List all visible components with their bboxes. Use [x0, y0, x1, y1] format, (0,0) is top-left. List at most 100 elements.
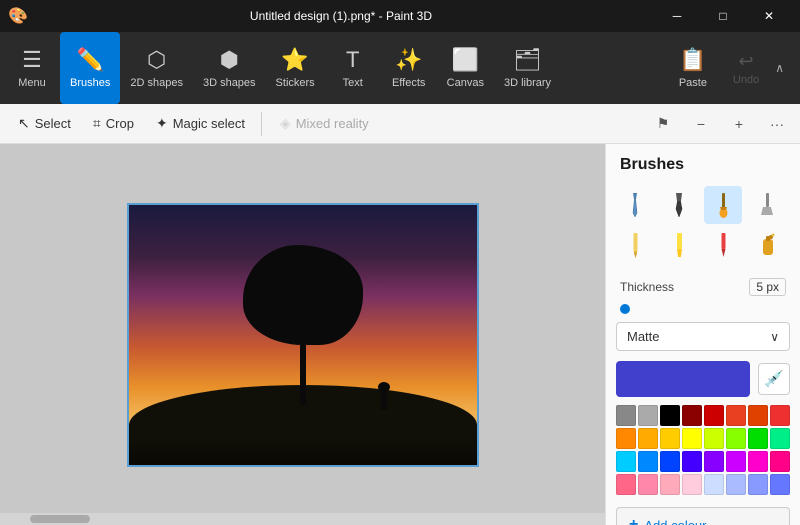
text-button[interactable]: T Text	[325, 32, 381, 104]
eyedropper-button[interactable]: 💉	[758, 363, 790, 395]
effects-button[interactable]: ✨ Effects	[381, 32, 437, 104]
brush-highlighter[interactable]	[660, 226, 698, 264]
color-preview[interactable]	[616, 361, 750, 397]
matte-label: Matte	[627, 329, 660, 344]
scroll-thumb[interactable]	[30, 515, 90, 523]
swatch-spring[interactable]	[770, 428, 790, 449]
minimize-button[interactable]: ─	[654, 0, 700, 32]
text-icon: T	[346, 47, 359, 73]
horizontal-scrollbar[interactable]	[0, 513, 605, 525]
swatch-gray2[interactable]	[638, 405, 658, 426]
add-colour-label: Add colour	[644, 518, 706, 525]
swatch-lavender1[interactable]	[704, 474, 724, 495]
zoom-out-button[interactable]: −	[686, 109, 716, 139]
select-button[interactable]: ↖ Select	[8, 109, 81, 139]
panel-title: Brushes	[606, 144, 800, 182]
matte-dropdown[interactable]: Matte ∨	[616, 322, 790, 351]
brush-paintbrush[interactable]	[704, 186, 742, 224]
subtoolbar-right: ⚑ − + ···	[648, 109, 792, 139]
swatch-chartreuse[interactable]	[726, 428, 746, 449]
swatch-black[interactable]	[660, 405, 680, 426]
zoom-in-button[interactable]: +	[724, 109, 754, 139]
swatch-pink2[interactable]	[638, 474, 658, 495]
shapes3d-button[interactable]: ⬢ 3D shapes	[193, 32, 266, 104]
toolbar-chevron[interactable]: ∧	[771, 57, 788, 79]
swatch-pink1[interactable]	[616, 474, 636, 495]
swatch-magenta[interactable]	[748, 451, 768, 472]
thickness-slider-row[interactable]	[606, 302, 800, 322]
cursor-icon: ↖	[18, 115, 30, 132]
swatch-darkred[interactable]	[682, 405, 702, 426]
shapes2d-button[interactable]: ⬡ 2D shapes	[120, 32, 193, 104]
undo-area: 📋 Paste ↩ Undo ∧	[665, 32, 796, 104]
swatch-skyblue[interactable]	[616, 451, 636, 472]
library3d-button[interactable]: 🗂 3D library	[494, 32, 561, 104]
canvas-area[interactable]	[0, 144, 605, 525]
dropdown-chevron-icon: ∨	[770, 330, 779, 344]
swatch-amber[interactable]	[638, 428, 658, 449]
more-button[interactable]: ···	[762, 109, 792, 139]
undo-icon: ↩	[739, 51, 754, 72]
brush-pencil[interactable]	[616, 226, 654, 264]
swatch-royalblue[interactable]	[660, 451, 680, 472]
brush-grid	[606, 182, 800, 272]
paste-button[interactable]: 📋 Paste	[665, 41, 721, 95]
plus-icon: +	[735, 116, 743, 132]
color-swatches	[606, 405, 800, 503]
brushes-icon: ✏️	[76, 47, 103, 73]
maximize-button[interactable]: □	[700, 0, 746, 32]
swatch-gold[interactable]	[660, 428, 680, 449]
swatch-yellow[interactable]	[682, 428, 702, 449]
swatch-violet[interactable]	[704, 451, 724, 472]
swatch-indigo[interactable]	[682, 451, 702, 472]
brushes-button[interactable]: ✏️ Brushes	[60, 32, 120, 104]
swatch-purple[interactable]	[726, 451, 746, 472]
swatch-periwinkle1[interactable]	[748, 474, 768, 495]
brush-drybush[interactable]	[748, 186, 786, 224]
window-controls: ─ □ ✕	[654, 0, 792, 32]
more-icon: ···	[770, 116, 784, 132]
eyedropper-icon: 💉	[764, 369, 784, 389]
swatch-red2[interactable]	[726, 405, 746, 426]
color-preview-row: 💉	[616, 361, 790, 397]
stickers-icon: ⭐	[281, 47, 308, 73]
brush-spraycan[interactable]	[748, 226, 786, 264]
mixed-icon: ◈	[280, 115, 291, 132]
sub-toolbar: ↖ Select ⌗ Crop ✦ Magic select ◈ Mixed r…	[0, 104, 800, 144]
swatch-periwinkle2[interactable]	[770, 474, 790, 495]
brush-calligraphy[interactable]	[616, 186, 654, 224]
stickers-button[interactable]: ⭐ Stickers	[266, 32, 325, 104]
swatch-lavender2[interactable]	[726, 474, 746, 495]
swatch-blue[interactable]	[638, 451, 658, 472]
swatch-row-grays	[616, 405, 790, 426]
brushes-panel: Brushes	[605, 144, 800, 525]
flag-button[interactable]: ⚑	[648, 109, 678, 139]
thickness-section: Thickness 5 px	[606, 272, 800, 302]
swatch-orange[interactable]	[616, 428, 636, 449]
crop-button[interactable]: ⌗ Crop	[83, 109, 144, 139]
swatch-pink4[interactable]	[682, 474, 702, 495]
person-silhouette	[381, 390, 387, 410]
brush-inkpen[interactable]	[660, 186, 698, 224]
crop-icon: ⌗	[93, 115, 101, 132]
mixed-reality-button: ◈ Mixed reality	[268, 111, 381, 136]
magic-select-button[interactable]: ✦ Magic select	[146, 109, 255, 139]
swatch-lime[interactable]	[704, 428, 724, 449]
main-area: Brushes	[0, 144, 800, 525]
swatch-crimson[interactable]	[770, 405, 790, 426]
close-button[interactable]: ✕	[746, 0, 792, 32]
swatch-orange-red[interactable]	[748, 405, 768, 426]
swatch-rose[interactable]	[770, 451, 790, 472]
canvas-button[interactable]: ⬜ Canvas	[437, 32, 494, 104]
thickness-slider-thumb[interactable]	[620, 304, 630, 314]
add-colour-button[interactable]: + Add colour	[616, 507, 790, 525]
swatch-green[interactable]	[748, 428, 768, 449]
undo-button[interactable]: ↩ Undo	[725, 47, 767, 90]
sub-divider-1	[261, 112, 262, 136]
brush-crayon[interactable]	[704, 226, 742, 264]
menu-button[interactable]: ☰ Menu	[4, 32, 60, 104]
flag-icon: ⚑	[657, 115, 670, 132]
swatch-red[interactable]	[704, 405, 724, 426]
swatch-pink3[interactable]	[660, 474, 680, 495]
swatch-gray1[interactable]	[616, 405, 636, 426]
